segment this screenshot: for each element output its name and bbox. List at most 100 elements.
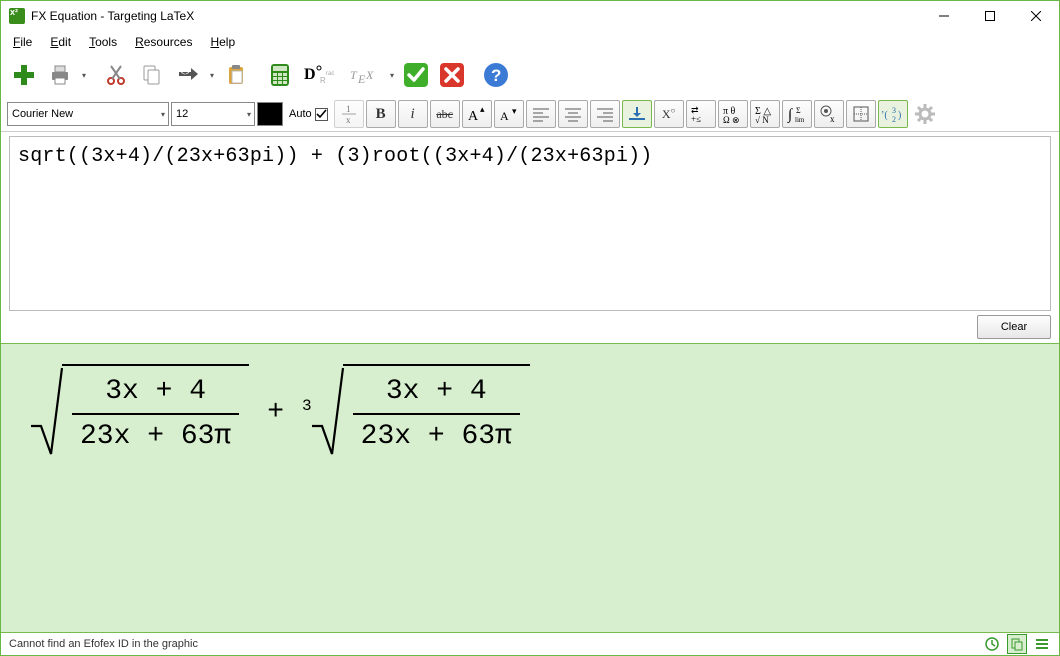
new-button[interactable] (7, 58, 41, 92)
font-color-swatch[interactable] (257, 102, 283, 126)
swap-dropdown[interactable]: ▾ (207, 59, 217, 91)
font-family-combo[interactable]: Courier New▾ (7, 102, 169, 126)
cut-button[interactable] (99, 58, 133, 92)
maximize-button[interactable] (967, 1, 1013, 31)
superscript-plus-icon: A▴ (466, 104, 488, 124)
calculator-icon (268, 62, 292, 88)
svg-text:<>: <> (181, 70, 189, 77)
svg-text:x: x (346, 115, 351, 124)
svg-text:▾: ▾ (512, 106, 517, 116)
status-bar: Cannot find an Efofex ID in the graphic (1, 633, 1059, 655)
cancel-icon (439, 62, 465, 88)
help-button[interactable]: ? (479, 58, 513, 92)
swap-button[interactable]: <> (171, 58, 205, 92)
strikethrough-button[interactable]: abc (430, 100, 460, 128)
svg-text:X: X (365, 68, 374, 82)
exponent-palette-button[interactable]: X○ (654, 100, 684, 128)
print-icon (48, 63, 72, 87)
fraction-button[interactable]: 1x (334, 100, 364, 128)
svg-text:√ N: √ N (755, 115, 769, 123)
cancel-button[interactable] (435, 58, 469, 92)
matrix-icon (851, 104, 871, 124)
window-title: FX Equation - Targeting LaTeX (31, 9, 194, 23)
binomial-palette-button[interactable]: ʼ(32) (878, 100, 908, 128)
svg-text:Ω ⊗: Ω ⊗ (723, 115, 739, 123)
deg-rad-button[interactable]: DRrad (299, 58, 337, 92)
color-swatch-fill (258, 103, 282, 125)
settings-button[interactable] (910, 100, 940, 128)
matrix-palette-button[interactable] (846, 100, 876, 128)
svg-text:E: E (357, 72, 366, 85)
menu-edit[interactable]: Edit (42, 33, 79, 51)
app-icon (9, 8, 25, 24)
align-center-icon (563, 106, 583, 122)
svg-text:▴: ▴ (480, 104, 485, 114)
auto-color-checkbox[interactable]: Auto (289, 108, 328, 121)
plus-operator: + (267, 397, 284, 428)
shapes-palette-button[interactable]: Σ △√ N (750, 100, 780, 128)
copy-output-button[interactable] (1007, 634, 1027, 654)
menu-resources[interactable]: Resources (127, 33, 200, 51)
svg-text:1: 1 (346, 104, 351, 114)
rendered-equation: 3x + 4 23x + 63π + 3 3x + 4 23x + 63π (29, 364, 530, 460)
font-family-value: Courier New (12, 108, 73, 120)
options-menu-button[interactable] (1033, 635, 1051, 653)
equation-preview: 3x + 4 23x + 63π + 3 3x + 4 23x + 63π (1, 343, 1059, 633)
equation-code-input[interactable] (10, 137, 1050, 307)
paste-icon (224, 63, 248, 87)
integral-palette-button[interactable]: ∫Σlim (782, 100, 812, 128)
menu-tools[interactable]: Tools (81, 33, 125, 51)
print-button[interactable] (43, 58, 77, 92)
accept-button[interactable] (399, 58, 433, 92)
menu-file[interactable]: File (5, 33, 40, 51)
calculator-button[interactable] (263, 58, 297, 92)
help-icon: ? (483, 62, 509, 88)
svg-text:Σ: Σ (796, 106, 801, 115)
align-right-icon (595, 106, 615, 122)
align-baseline-button[interactable] (622, 100, 652, 128)
copy-icon (140, 63, 164, 87)
functions-palette-button[interactable]: x (814, 100, 844, 128)
svg-text:?: ? (491, 66, 501, 85)
copy-output-icon (1010, 637, 1024, 651)
sqrt-term: 3x + 4 23x + 63π (29, 364, 249, 460)
root-denominator: 23x + 63π (353, 413, 520, 454)
clear-button[interactable]: Clear (977, 315, 1051, 339)
menu-help[interactable]: Help (202, 33, 243, 51)
maximize-icon (985, 11, 995, 21)
svg-text:R: R (320, 76, 326, 85)
print-dropdown[interactable]: ▾ (79, 59, 89, 91)
fraction-icon: 1x (340, 104, 358, 124)
italic-button[interactable]: i (398, 100, 428, 128)
svg-text:T: T (350, 68, 358, 82)
align-left-button[interactable] (526, 100, 556, 128)
minimize-button[interactable] (921, 1, 967, 31)
bold-button[interactable]: B (366, 100, 396, 128)
sqrt-denominator: 23x + 63π (72, 413, 239, 454)
tex-target-button[interactable]: TEX (347, 58, 385, 92)
arrows-palette-button[interactable]: ⇄+≤ (686, 100, 716, 128)
superscript-minus-icon: A▾ (498, 104, 520, 124)
svg-text:A: A (500, 109, 509, 123)
svg-text:A: A (468, 109, 479, 124)
binomial-icon: ʼ(32) (881, 104, 905, 124)
align-center-button[interactable] (558, 100, 588, 128)
superscript-dec-button[interactable]: A▾ (494, 100, 524, 128)
clear-row: Clear (1, 313, 1059, 343)
sqrt-numerator: 3x + 4 (97, 374, 214, 413)
copy-button[interactable] (135, 58, 169, 92)
close-button[interactable] (1013, 1, 1059, 31)
cut-icon (104, 63, 128, 87)
titlebar: FX Equation - Targeting LaTeX (1, 1, 1059, 31)
align-right-button[interactable] (590, 100, 620, 128)
svg-text:3: 3 (892, 106, 896, 115)
hamburger-icon (1035, 637, 1049, 651)
tex-dropdown[interactable]: ▾ (387, 59, 397, 91)
history-status-button[interactable] (983, 635, 1001, 653)
greek-palette-button[interactable]: π θΩ ⊗ (718, 100, 748, 128)
radical-icon (29, 364, 63, 456)
root-numerator: 3x + 4 (378, 374, 495, 413)
font-size-combo[interactable]: 12▾ (171, 102, 255, 126)
paste-button[interactable] (219, 58, 253, 92)
superscript-inc-button[interactable]: A▴ (462, 100, 492, 128)
